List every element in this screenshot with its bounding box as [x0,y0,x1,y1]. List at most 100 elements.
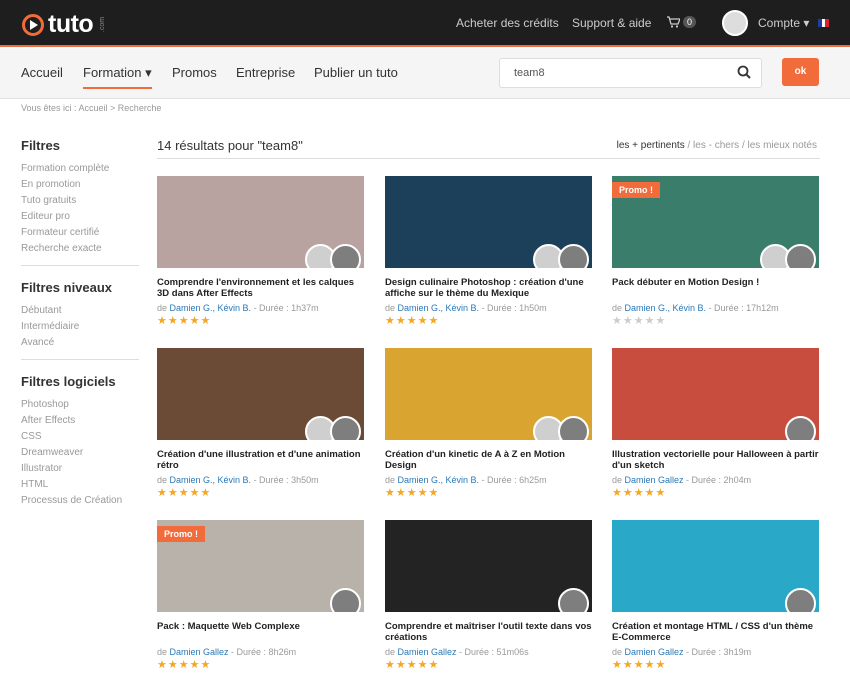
nav-publish[interactable]: Publier un tuto [314,65,398,80]
author-avatar[interactable] [330,416,361,440]
nav-promos[interactable]: Promos [172,65,217,80]
course-card[interactable]: Création d'une illustration et d'une ani… [157,348,364,499]
author-avatar[interactable] [330,588,361,612]
course-card[interactable]: Design culinaire Photoshop : création d'… [385,176,592,327]
rating-stars: ★ ★ ★ ★ ★ [157,488,364,499]
course-thumbnail[interactable] [157,348,364,440]
course-title[interactable]: Design culinaire Photoshop : création d'… [385,277,592,299]
nav-business[interactable]: Entreprise [236,65,295,80]
french-flag-icon[interactable] [818,19,830,27]
course-thumbnail[interactable] [385,520,592,612]
course-card[interactable]: Création d'un kinetic de A à Z en Motion… [385,348,592,499]
filter-html[interactable]: HTML [21,479,139,490]
filters-sidebar: Filtres Formation complète En promotion … [21,138,139,511]
filter-advanced[interactable]: Avancé [21,337,139,348]
course-thumbnail[interactable] [385,176,592,268]
buy-credits-link[interactable]: Acheter des crédits [456,16,559,30]
author-link[interactable]: Damien G., [170,475,218,485]
author-avatar[interactable] [785,416,816,440]
author-link[interactable]: Damien G., [625,303,673,313]
course-thumbnail[interactable] [612,520,819,612]
course-card[interactable]: Comprendre l'environnement et les calque… [157,176,364,327]
author-avatar[interactable] [785,588,816,612]
author-link[interactable]: Damien Gallez [398,647,457,657]
course-card[interactable]: Illustration vectorielle pour Halloween … [612,348,819,499]
course-byline: de Damien Gallez - Durée : 8h26m [157,647,364,657]
author-link[interactable]: Damien Gallez [170,647,229,657]
course-card[interactable]: Promo ! Pack : Maquette Web Complexe de Da… [157,520,364,671]
author-link[interactable]: Kévin B. [446,475,480,485]
course-title[interactable]: Comprendre et maîtriser l'outil texte da… [385,621,592,643]
filter-complete-course[interactable]: Formation complète [21,163,139,174]
filter-pro-editor[interactable]: Editeur pro [21,211,139,222]
support-link[interactable]: Support & aide [572,16,651,30]
author-avatar[interactable] [558,416,589,440]
filter-dreamweaver[interactable]: Dreamweaver [21,447,139,458]
cart-button[interactable]: 0 [667,16,697,28]
rating-stars: ★ ★ ★ ★ ★ [157,660,364,671]
author-avatars [305,416,361,440]
author-avatar[interactable] [785,244,816,268]
author-link[interactable]: Kévin B. [218,303,252,313]
course-byline: de Damien G., Kévin B. - Durée : 6h25m [385,475,592,485]
nav-formation[interactable]: Formation ▾ [83,65,152,89]
course-title[interactable]: Pack débuter en Motion Design ! [612,277,819,299]
divider [157,158,820,159]
filter-promotion[interactable]: En promotion [21,179,139,190]
course-thumbnail[interactable] [157,176,364,268]
course-title[interactable]: Pack : Maquette Web Complexe [157,621,364,643]
course-byline: de Damien G., Kévin B. - Durée : 3h50m [157,475,364,485]
user-avatar[interactable] [722,10,748,36]
author-avatar[interactable] [558,244,589,268]
author-link[interactable]: Kévin B. [218,475,252,485]
course-thumbnail[interactable]: Promo ! [157,520,364,612]
course-thumbnail[interactable] [385,348,592,440]
course-title[interactable]: Comprendre l'environnement et les calque… [157,277,364,299]
author-avatar[interactable] [558,588,589,612]
account-menu[interactable]: Compte ▾ [758,16,809,30]
author-link[interactable]: Kévin B. [446,303,480,313]
nav-home[interactable]: Accueil [21,65,63,80]
course-title[interactable]: Création et montage HTML / CSS d'un thèm… [612,621,819,643]
filter-intermediate[interactable]: Intermédiaire [21,321,139,332]
sort-best-rated[interactable]: les mieux notés [748,140,817,151]
filter-exact-search[interactable]: Recherche exacte [21,243,139,254]
filter-css[interactable]: CSS [21,431,139,442]
author-link[interactable]: Kévin B. [673,303,707,313]
author-link[interactable]: Damien Gallez [625,475,684,485]
sort-relevant[interactable]: les + pertinents [617,140,685,151]
tuto-logo[interactable]: tuto .com [22,10,110,39]
author-avatar[interactable] [330,244,361,268]
play-logo-icon [22,13,44,36]
filter-illustrator[interactable]: Illustrator [21,463,139,474]
filter-free[interactable]: Tuto gratuits [21,195,139,206]
filter-certified-trainer[interactable]: Formateur certifié [21,227,139,238]
breadcrumb: Vous êtes ici : Accueil > Recherche [21,103,162,113]
star-icon: ★ [157,487,167,499]
course-card[interactable]: Création et montage HTML / CSS d'un thèm… [612,520,819,671]
star-icon: ★ [157,659,167,671]
author-avatars [785,588,816,612]
course-title[interactable]: Création d'une illustration et d'une ani… [157,449,364,471]
course-thumbnail[interactable]: Promo ! [612,176,819,268]
search-ok-button[interactable]: ok [782,58,819,86]
filter-after-effects[interactable]: After Effects [21,415,139,426]
star-icon: ★ [385,659,395,671]
author-link[interactable]: Damien G., [398,475,446,485]
filter-creative-process[interactable]: Processus de Création [21,495,139,506]
author-link[interactable]: Damien Gallez [625,647,684,657]
author-link[interactable]: Damien G., [170,303,218,313]
course-card[interactable]: Promo ! Pack débuter en Motion Design ! de… [612,176,819,327]
course-title[interactable]: Illustration vectorielle pour Halloween … [612,449,819,471]
filter-photoshop[interactable]: Photoshop [21,399,139,410]
by-label: de [612,475,625,485]
search-input[interactable]: team8 [499,58,762,88]
search-icon[interactable] [737,65,751,79]
star-icon: ★ [417,315,428,327]
author-link[interactable]: Damien G., [398,303,446,313]
course-card[interactable]: Comprendre et maîtriser l'outil texte da… [385,520,592,671]
course-thumbnail[interactable] [612,348,819,440]
filter-beginner[interactable]: Débutant [21,305,139,316]
sort-cheapest[interactable]: les - chers [693,140,739,151]
course-title[interactable]: Création d'un kinetic de A à Z en Motion… [385,449,592,471]
